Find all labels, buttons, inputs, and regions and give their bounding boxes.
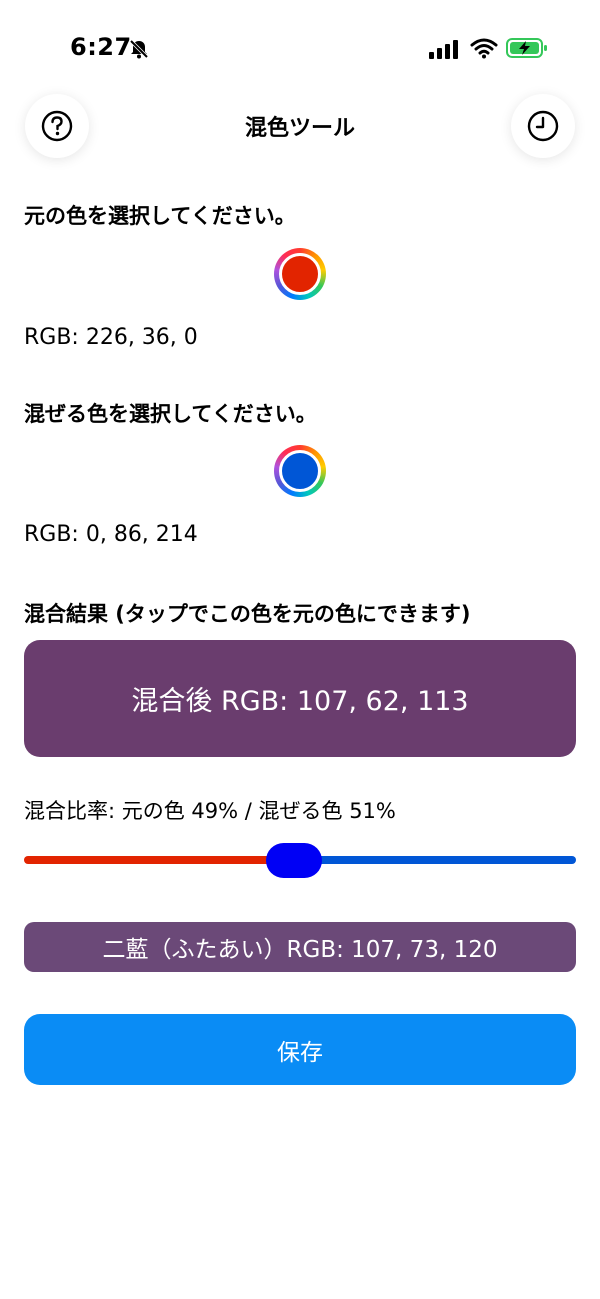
battery-charging-icon bbox=[506, 38, 547, 58]
mix-color-label: 混ぜる色を選択してください。 bbox=[24, 402, 317, 426]
slider-track-original bbox=[24, 856, 294, 864]
mix-color-swatch bbox=[279, 450, 321, 492]
save-button[interactable]: 保存 bbox=[24, 1014, 576, 1085]
bell-muted-icon bbox=[129, 39, 149, 59]
page-title: 混色ツール bbox=[244, 116, 355, 141]
original-color-label: 元の色を選択してください。 bbox=[24, 204, 296, 228]
mix-rgb-text: RGB: 0, 86, 214 bbox=[24, 522, 198, 547]
original-color-swatch bbox=[279, 253, 321, 295]
original-color-picker[interactable] bbox=[274, 248, 326, 300]
status-bar: 6:27 bbox=[0, 0, 600, 100]
slider-track-mix bbox=[294, 856, 576, 864]
clock-icon bbox=[527, 110, 559, 142]
signal-icon bbox=[429, 40, 458, 59]
original-rgb-text: RGB: 226, 36, 0 bbox=[24, 325, 198, 350]
named-color-badge: 二藍（ふたあい）RGB: 107, 73, 120 bbox=[24, 922, 576, 972]
history-button[interactable] bbox=[511, 94, 575, 158]
mixed-result-button[interactable]: 混合後 RGB: 107, 62, 113 bbox=[24, 640, 576, 757]
save-button-label: 保存 bbox=[277, 1039, 323, 1066]
mix-color-picker[interactable] bbox=[274, 445, 326, 497]
mix-ratio-text: 混合比率: 元の色 49% / 混ぜる色 51% bbox=[24, 799, 396, 823]
status-time: 6:27 bbox=[70, 33, 132, 61]
mix-ratio-slider[interactable] bbox=[24, 840, 576, 880]
result-label: 混合結果 (タップでこの色を元の色にできます) bbox=[24, 602, 471, 626]
named-color-text: 二藍（ふたあい）RGB: 107, 73, 120 bbox=[102, 937, 498, 963]
wifi-icon bbox=[470, 38, 498, 59]
slider-thumb[interactable] bbox=[266, 843, 322, 878]
mixed-result-text: 混合後 RGB: 107, 62, 113 bbox=[131, 686, 469, 717]
